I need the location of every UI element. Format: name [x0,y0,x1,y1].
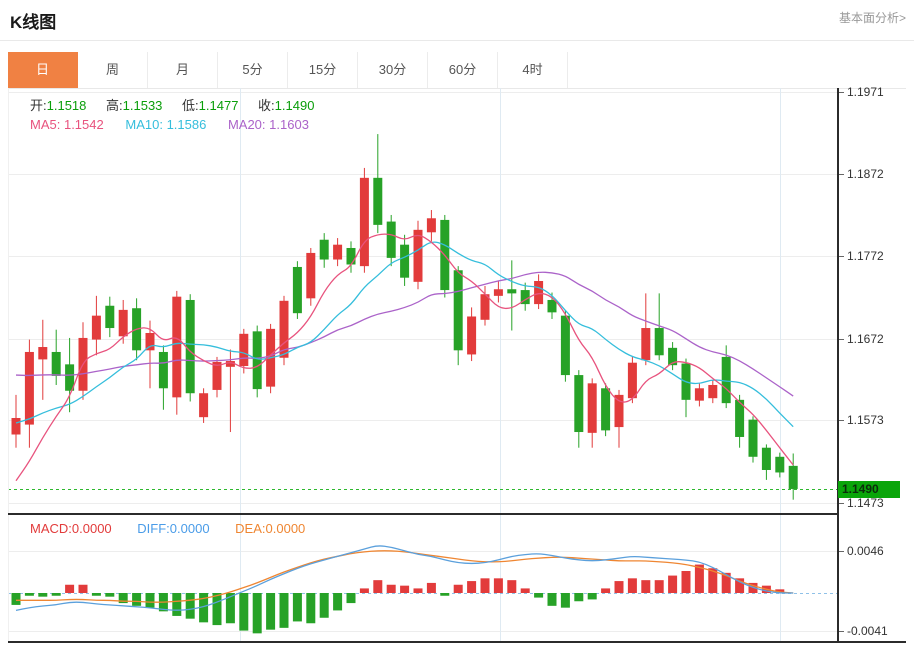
axis-tick [839,256,844,257]
tab-interval-0[interactable]: 日 [8,52,78,88]
chart-bottom-border [8,641,906,643]
axis-tick [839,174,844,175]
price-axis-label: 1.1872 [847,167,884,181]
panel-separator [8,513,838,515]
tab-interval-3[interactable]: 5分 [218,52,288,88]
price-axis-line [837,88,839,643]
plot-left-border [8,88,9,641]
tab-interval-5[interactable]: 30分 [358,52,428,88]
price-axis-label: 1.1573 [847,413,884,427]
axis-tick [839,631,844,632]
price-axis-label: 1.1672 [847,332,884,346]
axis-tick [839,503,844,504]
tab-interval-4[interactable]: 15分 [288,52,358,88]
tab-interval-7[interactable]: 4时 [498,52,568,88]
axis-tick [839,420,844,421]
axis-tick [839,92,844,93]
candlestick-chart-canvas[interactable] [8,88,838,513]
page-header: K线图 基本面分析> [0,0,914,41]
price-axis-label: 1.1772 [847,249,884,263]
macd-axis-label: 0.0046 [847,544,884,558]
tab-interval-6[interactable]: 60分 [428,52,498,88]
macd-chart-canvas[interactable] [8,515,838,641]
macd-axis-label: -0.0041 [847,624,888,638]
fundamental-analysis-link[interactable]: 基本面分析> [839,9,906,26]
current-price-tag: 1.1490 [838,481,900,498]
price-axis-label: 1.1473 [847,496,884,510]
tab-interval-1[interactable]: 周 [78,52,148,88]
axis-tick [839,551,844,552]
interval-tabbar: 日周月5分15分30分60分4时 [8,52,906,89]
price-axis-label: 1.1971 [847,85,884,99]
tab-interval-2[interactable]: 月 [148,52,218,88]
chart-area: 开:1.1518 高:1.1533 低:1.1477 收:1.1490 MA5:… [8,88,906,645]
page-title: K线图 [10,8,56,33]
axis-tick [839,339,844,340]
